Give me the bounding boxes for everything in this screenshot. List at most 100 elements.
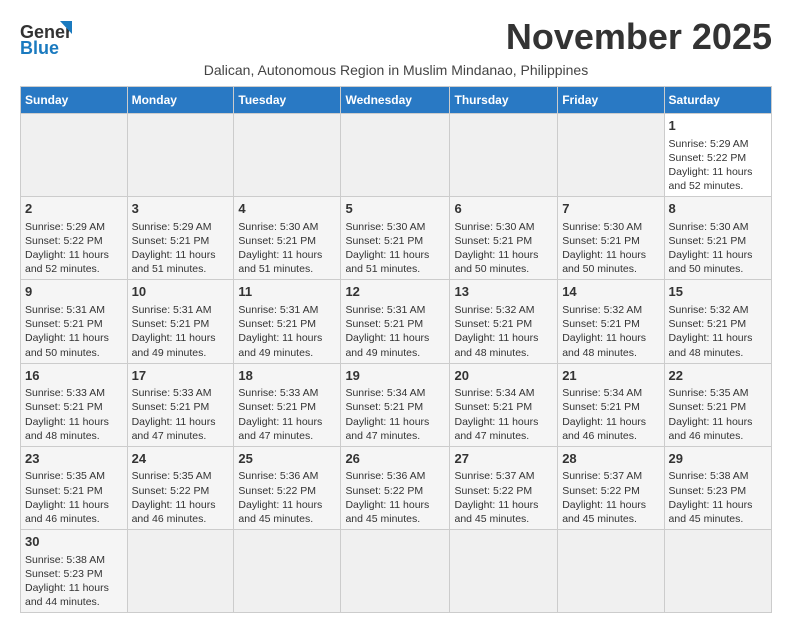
cell-info-line: Sunset: 5:21 PM [25, 484, 123, 498]
cell-info-line: and 50 minutes. [454, 262, 553, 276]
cell-info-line: and 50 minutes. [669, 262, 767, 276]
cell-info-line: and 51 minutes. [132, 262, 230, 276]
calendar-cell: 23Sunrise: 5:35 AMSunset: 5:21 PMDayligh… [21, 446, 128, 529]
calendar-cell: 26Sunrise: 5:36 AMSunset: 5:22 PMDayligh… [341, 446, 450, 529]
cell-info-line: and 47 minutes. [132, 429, 230, 443]
day-number: 3 [132, 200, 230, 218]
cell-info-line: Sunrise: 5:32 AM [669, 303, 767, 317]
cell-info-line: Sunrise: 5:33 AM [25, 386, 123, 400]
calendar-cell [341, 114, 450, 197]
day-number: 21 [562, 367, 659, 385]
calendar-table: SundayMondayTuesdayWednesdayThursdayFrid… [20, 86, 772, 613]
calendar-cell: 2Sunrise: 5:29 AMSunset: 5:22 PMDaylight… [21, 197, 128, 280]
cell-info-line: Sunrise: 5:31 AM [345, 303, 445, 317]
cell-info-line: Daylight: 11 hours [238, 248, 336, 262]
cell-info-line: Sunset: 5:22 PM [25, 234, 123, 248]
cell-info-line: Sunrise: 5:36 AM [345, 469, 445, 483]
day-number: 12 [345, 283, 445, 301]
cell-info-line: Sunset: 5:21 PM [345, 234, 445, 248]
cell-info-line: Sunset: 5:21 PM [454, 400, 553, 414]
cell-info-line: and 46 minutes. [562, 429, 659, 443]
day-number: 16 [25, 367, 123, 385]
cell-info-line: Daylight: 11 hours [562, 248, 659, 262]
cell-info-line: Sunset: 5:21 PM [454, 234, 553, 248]
cell-info-line: Daylight: 11 hours [669, 331, 767, 345]
calendar-week-5: 23Sunrise: 5:35 AMSunset: 5:21 PMDayligh… [21, 446, 772, 529]
cell-info-line: and 48 minutes. [562, 346, 659, 360]
calendar-cell: 15Sunrise: 5:32 AMSunset: 5:21 PMDayligh… [664, 280, 771, 363]
weekday-sunday: Sunday [21, 87, 128, 114]
cell-info-line: and 48 minutes. [25, 429, 123, 443]
cell-info-line: Sunrise: 5:29 AM [132, 220, 230, 234]
calendar-cell: 4Sunrise: 5:30 AMSunset: 5:21 PMDaylight… [234, 197, 341, 280]
cell-info-line: Daylight: 11 hours [132, 415, 230, 429]
day-number: 17 [132, 367, 230, 385]
cell-info-line: and 45 minutes. [238, 512, 336, 526]
day-number: 15 [669, 283, 767, 301]
cell-info-line: Daylight: 11 hours [669, 165, 767, 179]
calendar-cell: 3Sunrise: 5:29 AMSunset: 5:21 PMDaylight… [127, 197, 234, 280]
cell-info-line: Daylight: 11 hours [669, 415, 767, 429]
cell-info-line: Sunset: 5:21 PM [562, 317, 659, 331]
cell-info-line: Sunset: 5:21 PM [132, 400, 230, 414]
title-block: November 2025 [506, 16, 772, 58]
logo-wrapper: General Blue [20, 16, 72, 56]
cell-info-line: Sunrise: 5:37 AM [454, 469, 553, 483]
cell-info-line: Daylight: 11 hours [25, 415, 123, 429]
cell-info-line: Sunset: 5:21 PM [669, 234, 767, 248]
day-number: 29 [669, 450, 767, 468]
calendar-cell: 20Sunrise: 5:34 AMSunset: 5:21 PMDayligh… [450, 363, 558, 446]
calendar-cell: 19Sunrise: 5:34 AMSunset: 5:21 PMDayligh… [341, 363, 450, 446]
day-number: 2 [25, 200, 123, 218]
cell-info-line: Sunrise: 5:30 AM [454, 220, 553, 234]
day-number: 7 [562, 200, 659, 218]
cell-info-line: and 52 minutes. [669, 179, 767, 193]
cell-info-line: and 52 minutes. [25, 262, 123, 276]
day-number: 10 [132, 283, 230, 301]
day-number: 9 [25, 283, 123, 301]
logo-area: General Blue [20, 16, 72, 56]
logo-icon: General Blue [20, 16, 72, 56]
cell-info-line: Daylight: 11 hours [669, 498, 767, 512]
cell-info-line: Sunrise: 5:35 AM [132, 469, 230, 483]
day-number: 22 [669, 367, 767, 385]
cell-info-line: Daylight: 11 hours [454, 498, 553, 512]
weekday-saturday: Saturday [664, 87, 771, 114]
cell-info-line: Daylight: 11 hours [25, 248, 123, 262]
cell-info-line: Sunset: 5:21 PM [454, 317, 553, 331]
cell-info-line: Sunset: 5:22 PM [132, 484, 230, 498]
cell-info-line: and 47 minutes. [454, 429, 553, 443]
day-number: 19 [345, 367, 445, 385]
calendar-cell: 21Sunrise: 5:34 AMSunset: 5:21 PMDayligh… [558, 363, 664, 446]
calendar-cell: 24Sunrise: 5:35 AMSunset: 5:22 PMDayligh… [127, 446, 234, 529]
calendar-cell: 13Sunrise: 5:32 AMSunset: 5:21 PMDayligh… [450, 280, 558, 363]
cell-info-line: Sunrise: 5:37 AM [562, 469, 659, 483]
calendar-cell: 18Sunrise: 5:33 AMSunset: 5:21 PMDayligh… [234, 363, 341, 446]
cell-info-line: Daylight: 11 hours [132, 248, 230, 262]
cell-info-line: and 49 minutes. [132, 346, 230, 360]
calendar-week-2: 2Sunrise: 5:29 AMSunset: 5:22 PMDaylight… [21, 197, 772, 280]
cell-info-line: Daylight: 11 hours [562, 415, 659, 429]
cell-info-line: and 50 minutes. [562, 262, 659, 276]
cell-info-line: and 45 minutes. [562, 512, 659, 526]
calendar-cell [341, 530, 450, 613]
calendar-cell [558, 530, 664, 613]
day-number: 24 [132, 450, 230, 468]
weekday-monday: Monday [127, 87, 234, 114]
cell-info-line: Sunrise: 5:35 AM [669, 386, 767, 400]
calendar-cell: 7Sunrise: 5:30 AMSunset: 5:21 PMDaylight… [558, 197, 664, 280]
cell-info-line: and 51 minutes. [345, 262, 445, 276]
cell-info-line: Daylight: 11 hours [345, 498, 445, 512]
cell-info-line: Sunset: 5:22 PM [345, 484, 445, 498]
cell-info-line: Sunset: 5:21 PM [25, 400, 123, 414]
calendar-cell: 11Sunrise: 5:31 AMSunset: 5:21 PMDayligh… [234, 280, 341, 363]
cell-info-line: Daylight: 11 hours [562, 331, 659, 345]
calendar-cell: 12Sunrise: 5:31 AMSunset: 5:21 PMDayligh… [341, 280, 450, 363]
cell-info-line: Sunset: 5:21 PM [669, 400, 767, 414]
calendar-cell: 8Sunrise: 5:30 AMSunset: 5:21 PMDaylight… [664, 197, 771, 280]
calendar-week-3: 9Sunrise: 5:31 AMSunset: 5:21 PMDaylight… [21, 280, 772, 363]
calendar-cell: 9Sunrise: 5:31 AMSunset: 5:21 PMDaylight… [21, 280, 128, 363]
weekday-wednesday: Wednesday [341, 87, 450, 114]
cell-info-line: Daylight: 11 hours [25, 331, 123, 345]
cell-info-line: Daylight: 11 hours [454, 331, 553, 345]
